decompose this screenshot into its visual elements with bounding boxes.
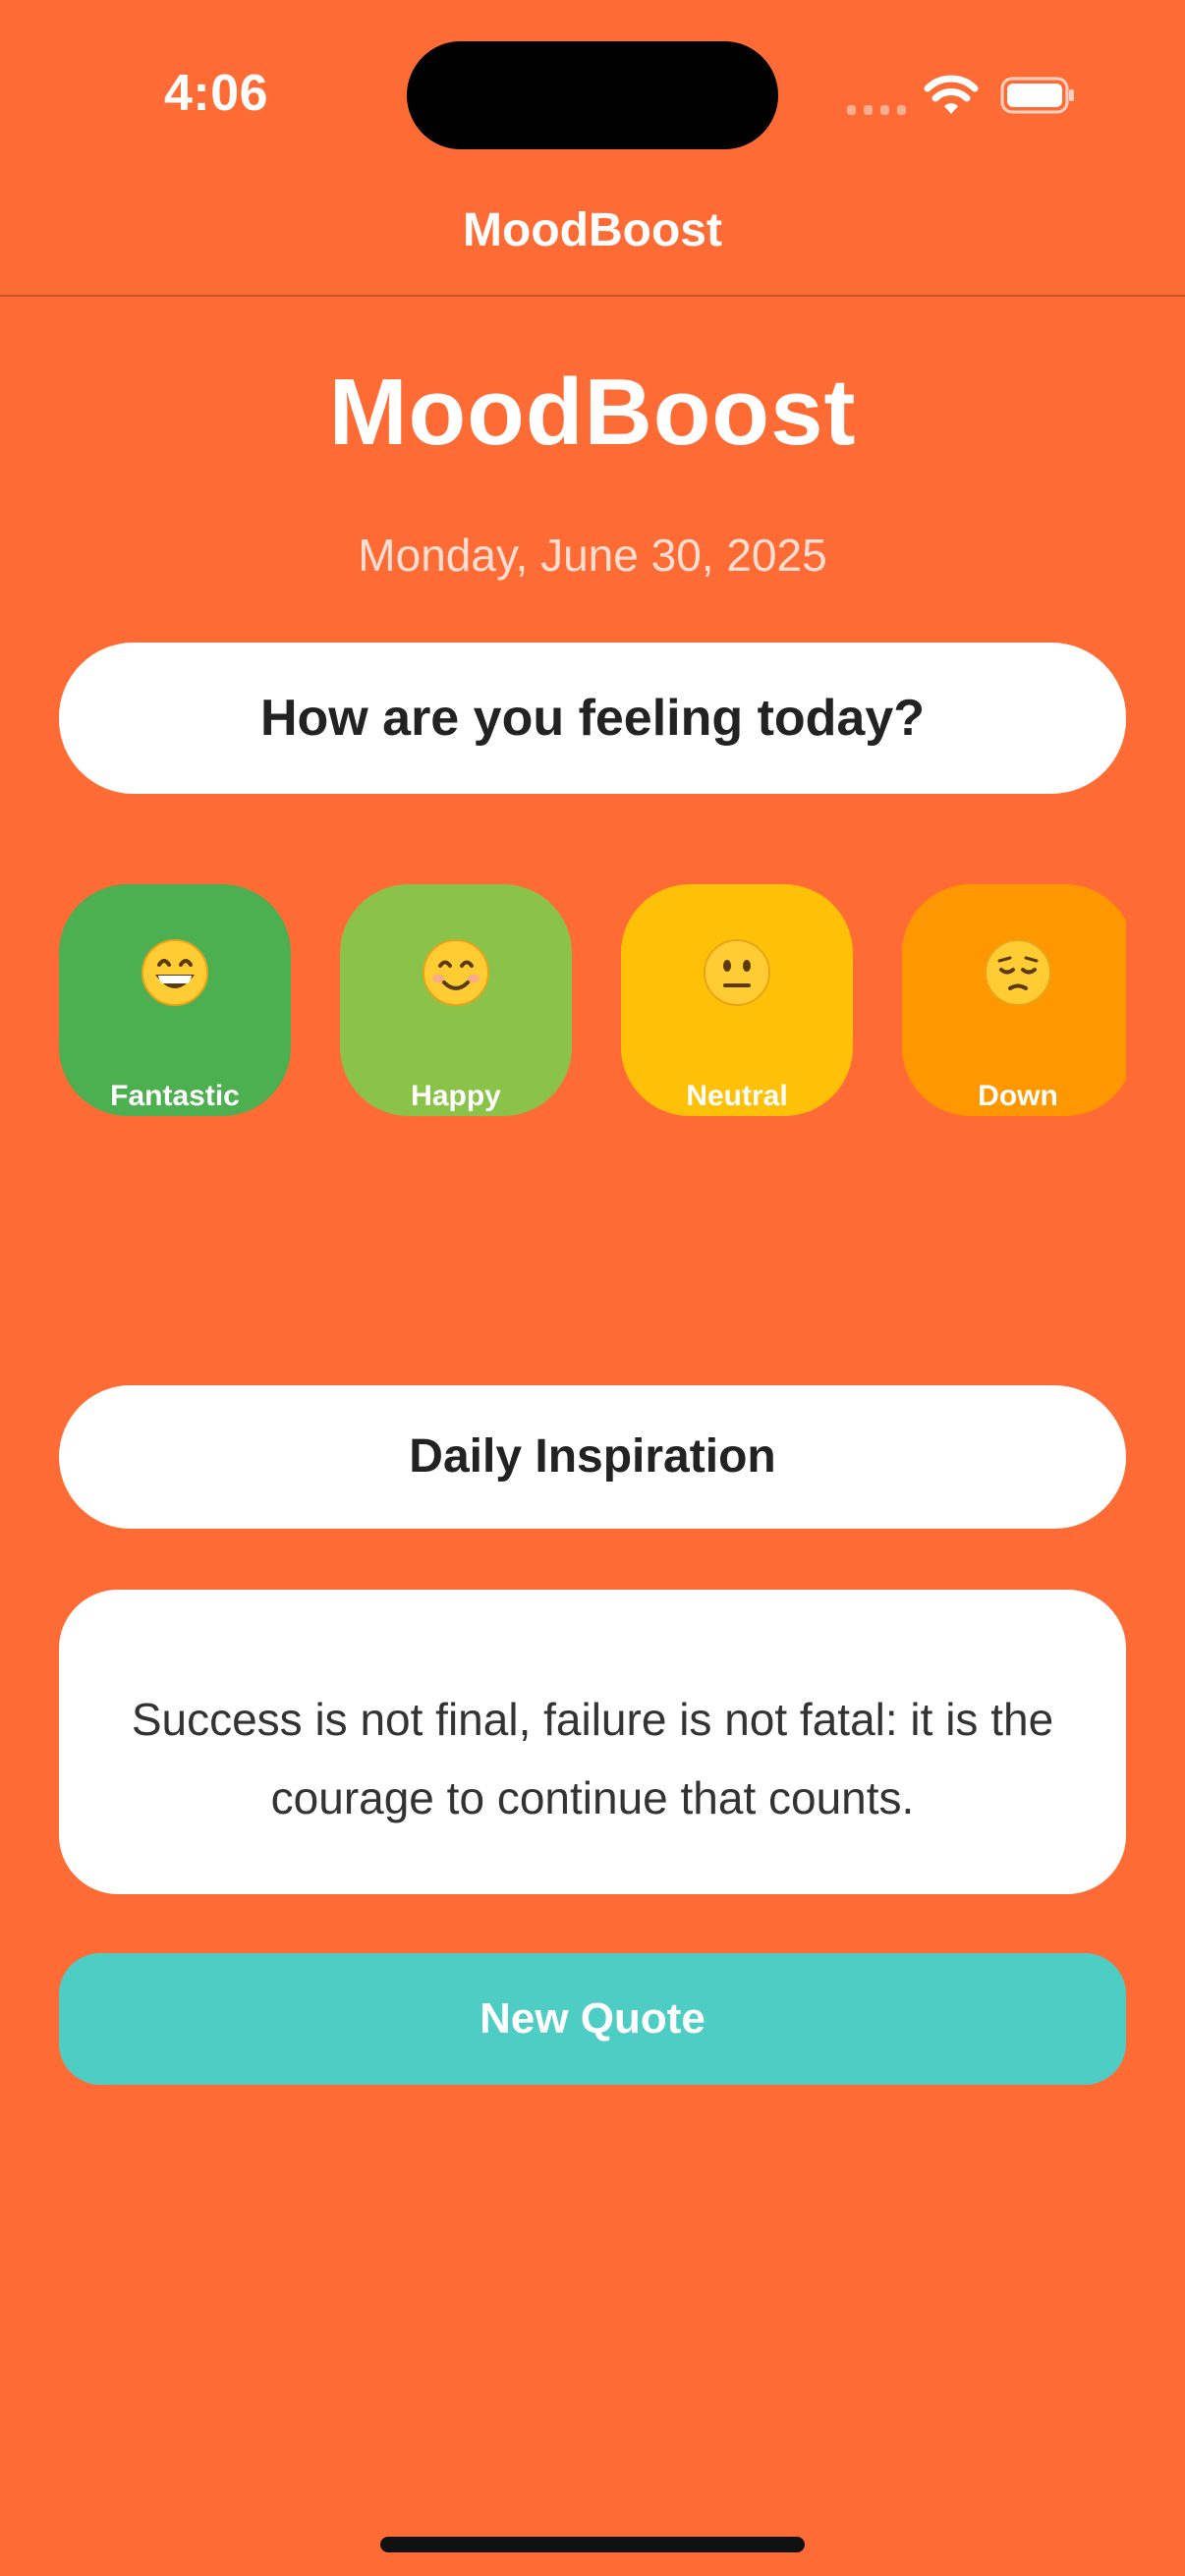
nav-title: MoodBoost	[463, 204, 722, 256]
mood-label: Down	[978, 1080, 1058, 1112]
mood-prompt-card: How are you feeling today?	[59, 643, 1126, 794]
mood-label: Fantastic	[110, 1080, 240, 1112]
battery-icon	[1000, 77, 1074, 114]
grinning-face-icon	[59, 924, 291, 1022]
pensive-face-icon	[902, 924, 1126, 1022]
mood-button-down[interactable]: Down	[902, 884, 1126, 1116]
date-label: Monday, June 30, 2025	[358, 530, 827, 581]
quote-card: Success is not final, failure is not fat…	[59, 1590, 1126, 1894]
neutral-face-icon	[621, 924, 853, 1022]
mood-selector[interactable]: Fantastic Happy Neutral Down	[59, 884, 1126, 1120]
mood-button-fantastic[interactable]: Fantastic	[59, 884, 291, 1116]
daily-inspiration-heading: Daily Inspiration	[59, 1385, 1126, 1529]
dynamic-island	[407, 41, 778, 149]
home-indicator[interactable]	[380, 2537, 805, 2552]
mood-label: Happy	[411, 1080, 501, 1112]
mood-button-happy[interactable]: Happy	[340, 884, 572, 1116]
wifi-icon	[924, 75, 979, 114]
page-title: MoodBoost	[328, 360, 857, 465]
cellular-signal-icon	[847, 103, 906, 115]
mood-button-neutral[interactable]: Neutral	[621, 884, 853, 1116]
smiling-face-icon	[340, 924, 572, 1022]
new-quote-button[interactable]: New Quote	[59, 1953, 1126, 2085]
nav-divider	[0, 295, 1185, 297]
mood-label: Neutral	[686, 1080, 788, 1112]
status-time: 4:06	[163, 65, 269, 122]
quote-text: Success is not final, failure is not fat…	[131, 1694, 1054, 1823]
